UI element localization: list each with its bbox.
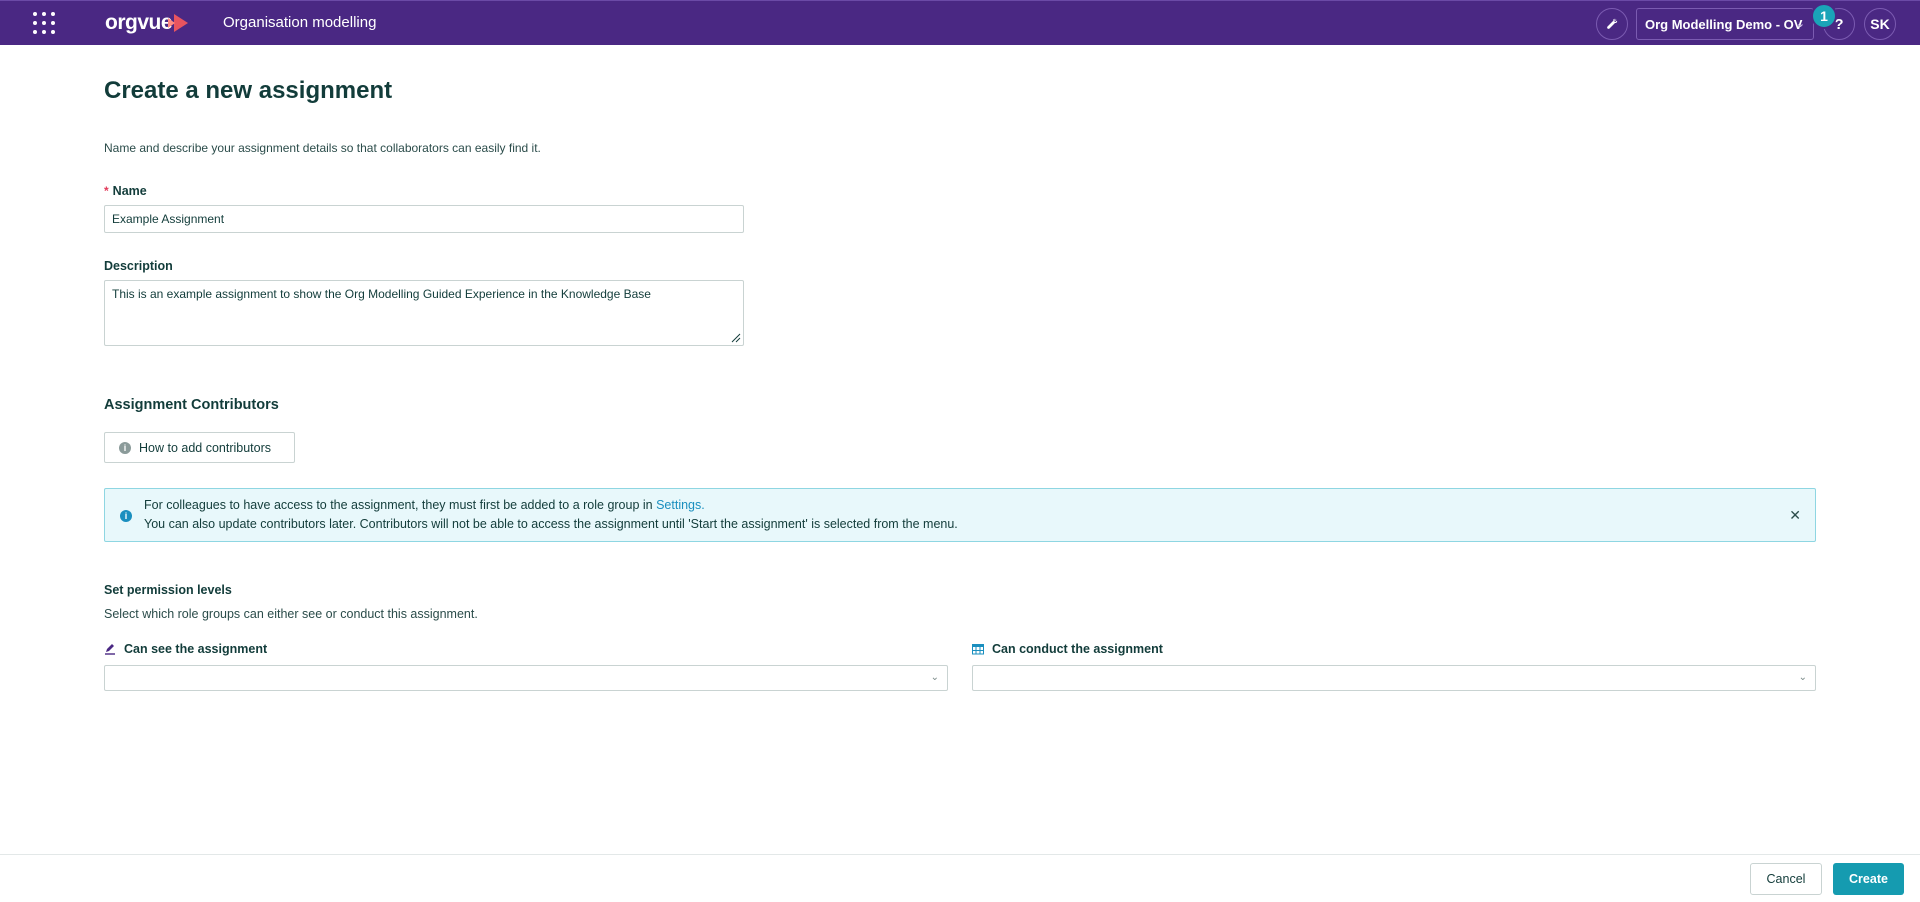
logo-mark-icon [168,14,189,32]
info-icon: i [119,441,131,454]
description-textarea[interactable]: This is an example assignment to show th… [104,280,744,346]
info-alert: i For colleagues to have access to the a… [104,488,1816,542]
table-icon [972,644,984,655]
grid-dot [42,12,46,16]
can-see-suffix: the assignment [171,642,268,656]
create-button[interactable]: Create [1833,863,1904,895]
permissions-subtitle: Select which role groups can either see … [104,607,478,621]
can-conduct-select[interactable]: ⌄ [972,665,1816,691]
can-conduct-suffix: the assignment [1067,642,1163,656]
can-see-bold: see [151,642,172,656]
top-bar: orgvue Organisation modelling Org Modell… [0,0,1920,45]
page-title: Create a new assignment [104,77,393,104]
required-mark: * [104,184,109,198]
can-conduct-bold: conduct [1019,642,1068,656]
name-label-text: Name [112,184,147,198]
alert-line-1: For colleagues to have access to the ass… [144,498,705,512]
workspace-name: Org Modelling Demo - OV [1645,16,1803,32]
workspace-selector[interactable]: Org Modelling Demo - OV ⌄ [1636,8,1814,40]
contributors-section-title: Assignment Contributors [104,397,279,413]
orgvue-logo[interactable]: orgvue [105,10,189,36]
grid-dot [42,21,46,25]
chevron-down-icon: ⌄ [1795,18,1805,30]
resize-handle-icon[interactable] [731,333,741,343]
grid-dot [33,21,37,25]
grid-dot [33,30,37,34]
chevron-down-icon: ⌄ [930,672,939,683]
howto-button-label: How to add contributors [139,440,272,455]
info-icon: i [120,510,132,522]
footer-bar [0,854,1920,902]
how-to-add-contributors-button[interactable]: i How to add contributors [104,432,295,463]
alert-line-2: You can also update contributors later. … [144,517,958,531]
app-launcher-button[interactable] [33,12,59,38]
eye-pen-icon [105,644,115,655]
chevron-down-icon: ⌄ [1798,672,1807,683]
description-label: Description [104,259,173,273]
alert-line-1-text: For colleagues to have access to the ass… [144,498,657,512]
grid-dot [33,12,37,16]
wrench-icon [1607,18,1618,29]
settings-link[interactable]: Settings. [656,498,705,512]
notification-badge[interactable]: 1 [1811,3,1837,29]
grid-dot [42,30,46,34]
description-text: This is an example assignment to show th… [112,287,651,301]
close-icon[interactable]: ✕ [1789,507,1801,524]
intro-text: Name and describe your assignment detail… [104,141,541,155]
logo-text: orgvue [105,11,173,34]
can-conduct-prefix: Can [992,642,1020,656]
tools-button[interactable] [1596,8,1628,40]
can-conduct-label: Can conduct the assignment [972,642,1163,656]
permissions-title: Set permission levels [104,583,232,597]
app-title: Organisation modelling [223,14,377,31]
cancel-button[interactable]: Cancel [1750,863,1822,895]
grid-dot [51,30,55,34]
grid-dot [51,12,55,16]
can-see-prefix: Can [124,642,152,656]
name-input[interactable] [104,205,744,233]
grid-dot [51,21,55,25]
name-label: * Name [104,184,147,198]
user-avatar[interactable]: SK [1864,8,1896,40]
can-see-select[interactable]: ⌄ [104,665,948,691]
can-see-label: Can see the assignment [104,642,267,656]
